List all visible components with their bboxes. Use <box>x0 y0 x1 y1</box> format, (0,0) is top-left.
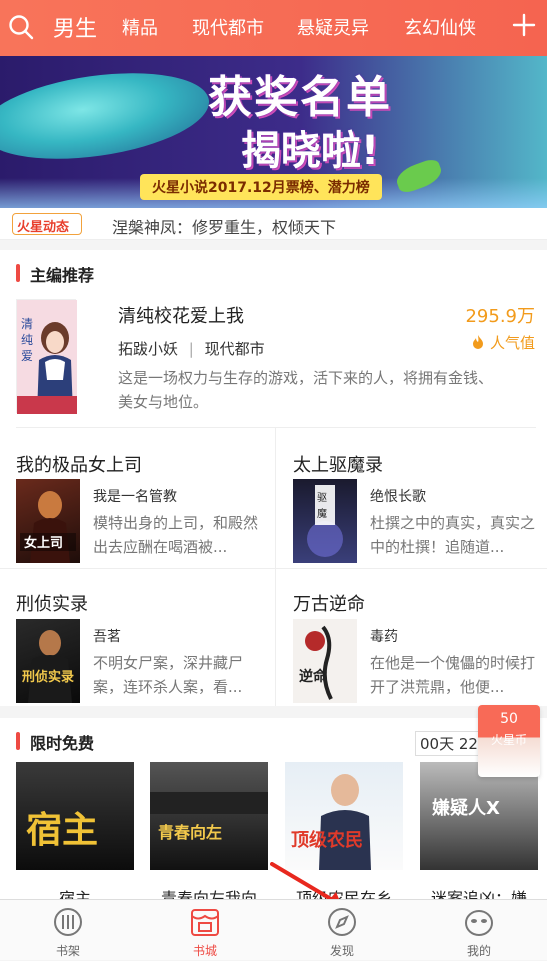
section-title-free: 限时免费 <box>16 730 94 754</box>
red-envelope-widget[interactable]: 50 火星币 <box>478 705 540 777</box>
book-description: 杜撰之中的真实，真实之中的杜撰！追随道... <box>370 514 536 556</box>
book-author: 毒药 <box>370 629 398 645</box>
book-author: 拓跋小妖 <box>118 340 179 358</box>
tab-label: 我的 <box>466 944 491 958</box>
tab-bookstore[interactable]: 书城 <box>137 900 273 961</box>
svg-text:嫌疑人X: 嫌疑人X <box>432 797 500 819</box>
book-cover[interactable]: 宿主 <box>16 762 134 870</box>
book-cover[interactable]: 青春向左 <box>150 762 268 870</box>
book-title[interactable]: 清纯校花爱上我 <box>118 302 244 328</box>
book-author: 绝恨长歌 <box>370 489 426 505</box>
countdown-timer: 00天 22 <box>415 731 483 756</box>
compass-icon <box>328 908 356 936</box>
bookshelf-icon <box>54 908 82 936</box>
book-cover[interactable]: 嫌疑人X <box>420 762 538 870</box>
book-description: 模特出身的上司，和殿然出去应酬在喝酒被... <box>93 514 259 556</box>
svg-text:宿主: 宿主 <box>26 809 98 851</box>
plus-icon[interactable] <box>511 12 537 38</box>
news-ticker[interactable]: 火星动态 涅槃神凤：修罗重生，权倾天下 <box>0 208 547 240</box>
meta-separator: | <box>188 340 194 358</box>
svg-text:女上司: 女上司 <box>24 535 63 551</box>
book-genre: 现代都市 <box>204 340 265 358</box>
svg-text:驱: 驱 <box>317 492 327 504</box>
svg-text:顶级农民: 顶级农民 <box>291 829 363 851</box>
svg-text:清: 清 <box>21 317 33 331</box>
svg-text:爱: 爱 <box>21 349 33 363</box>
envelope-value: 50 <box>500 711 518 727</box>
svg-text:青春向左: 青春向左 <box>158 823 222 842</box>
tab-label: 书架 <box>55 944 80 958</box>
book-title[interactable]: 万古逆命 <box>293 590 365 616</box>
tab-bookshelf[interactable]: 书架 <box>0 900 136 961</box>
book-description: 这是一场权力与生存的游戏，活下来的人，将拥有金钱、美女与地位。 <box>118 369 494 411</box>
tab-label: 发现 <box>329 944 354 958</box>
book-cover[interactable]: 女上司 <box>16 479 80 563</box>
banner-headline: 获奖名单 <box>208 72 392 123</box>
divider <box>16 427 536 428</box>
heat-label-text: 人气值 <box>489 334 535 352</box>
promo-banner[interactable]: 获奖名单 揭晓啦! 火星小说2017.12月票榜、潜力榜 <box>0 56 547 208</box>
book-title[interactable]: 刑侦实录 <box>16 590 88 616</box>
divider-vertical <box>275 428 276 706</box>
svg-text:魔: 魔 <box>317 507 327 520</box>
divider <box>0 568 547 569</box>
search-icon[interactable] <box>8 14 34 40</box>
svg-text:逆命: 逆命 <box>299 668 328 685</box>
profile-icon <box>465 910 493 936</box>
book-cover[interactable]: 清 纯 爱 <box>16 299 77 414</box>
banner-subline: 火星小说2017.12月票榜、潜力榜 <box>140 174 382 200</box>
tab-mystery[interactable]: 悬疑灵异 <box>297 14 369 40</box>
tab-discover[interactable]: 发现 <box>274 900 410 961</box>
banner-headline-2: 揭晓啦! <box>240 128 380 174</box>
envelope-unit: 火星币 <box>490 733 527 747</box>
tab-urban[interactable]: 现代都市 <box>192 14 264 40</box>
book-title[interactable]: 我的极品女上司 <box>16 451 142 477</box>
book-cover[interactable]: 逆命 <box>293 619 357 703</box>
book-cover[interactable]: 刑侦实录 <box>16 619 80 703</box>
heat-label: 人气值 <box>465 332 535 353</box>
heat-block: 295.9万 人气值 <box>465 302 535 353</box>
book-description: 在他是一个傀儡的时候打开了洪荒鼎，他便... <box>370 654 536 696</box>
book-title[interactable]: 太上驱魔录 <box>293 451 383 477</box>
book-description: 不明女尸案，深井藏尸案，连环杀人案，看... <box>93 654 244 696</box>
book-meta: 拓跋小妖 | 现代都市 <box>118 338 265 359</box>
bottom-tab-bar: 书架 书城 发现 我的 <box>0 899 547 960</box>
book-cover[interactable]: 驱魔 <box>293 479 357 563</box>
flame-icon <box>473 335 484 349</box>
book-author: 我是一名管教 <box>93 489 177 505</box>
news-logo: 火星动态 <box>12 213 82 235</box>
store-icon <box>191 909 219 936</box>
tab-profile[interactable]: 我的 <box>411 900 547 961</box>
book-cover[interactable]: 顶级农民 <box>285 762 403 870</box>
svg-text:纯: 纯 <box>21 333 33 347</box>
section-title-editor: 主编推荐 <box>16 262 94 286</box>
tab-male[interactable]: 男生 <box>53 11 97 43</box>
svg-text:刑侦实录: 刑侦实录 <box>22 669 74 685</box>
tab-label: 书城 <box>192 944 217 958</box>
heat-value: 295.9万 <box>465 306 535 327</box>
news-text[interactable]: 涅槃神凤：修罗重生，权倾天下 <box>112 214 336 238</box>
tab-premium[interactable]: 精品 <box>122 14 158 40</box>
top-nav: 男生 精品 现代都市 悬疑灵异 玄幻仙侠 <box>0 0 547 56</box>
book-author: 吾茗 <box>93 629 121 645</box>
tab-fantasy[interactable]: 玄幻仙侠 <box>404 14 476 40</box>
